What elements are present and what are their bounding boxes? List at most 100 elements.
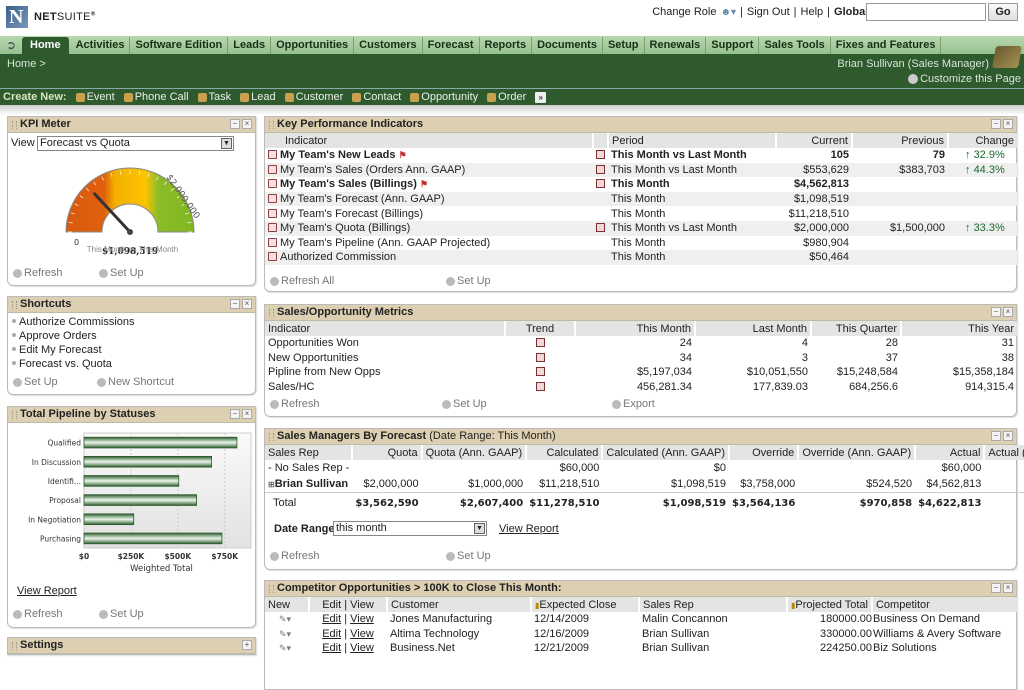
col-calculated-ann-gaap[interactable]: Calculated (Ann. GAAP) <box>601 445 730 460</box>
col-previous[interactable]: Previous <box>851 133 948 148</box>
kpi-indicator-cell[interactable]: My Team's Pipeline (Ann. GAAP Projected) <box>265 236 593 251</box>
nav-tab-renewals[interactable]: Renewals <box>645 37 707 54</box>
col-sales-rep[interactable]: Sales Rep <box>638 597 787 612</box>
role-icon[interactable]: ☻▾ <box>720 7 736 18</box>
create-order-link[interactable]: Order <box>487 91 526 103</box>
nav-tab-software-edition[interactable]: Software Edition <box>130 37 229 54</box>
kpi-indicator-cell[interactable]: My Team's Sales (Billings) ⚑ <box>265 177 593 192</box>
date-range-select[interactable]: this month ▼ <box>333 521 487 536</box>
setup-link[interactable]: Set Up <box>446 550 491 562</box>
col-this-quarter[interactable]: This Quarter <box>810 321 901 336</box>
col-calculated[interactable]: Calculated <box>525 445 603 460</box>
minimize-icon[interactable]: − <box>991 307 1001 317</box>
portlet-header[interactable]: Key Performance Indicators − × <box>265 117 1016 133</box>
minimize-icon[interactable]: − <box>991 431 1001 441</box>
breadcrumb[interactable]: Home > <box>7 58 46 70</box>
trend-chart-icon[interactable] <box>596 164 605 174</box>
create-task-link[interactable]: Task <box>197 91 231 103</box>
sales-rep-name[interactable]: - No Sales Rep - <box>265 460 352 476</box>
change-role-link[interactable]: Change Role <box>652 6 716 18</box>
edit-link[interactable]: Edit <box>322 613 341 625</box>
trend-chart-icon[interactable] <box>596 223 605 233</box>
view-report-link[interactable]: View Report <box>499 523 559 535</box>
nav-tab-documents[interactable]: Documents <box>532 37 603 54</box>
expand-icon[interactable]: ⊞ <box>268 480 275 489</box>
trend-chart-icon[interactable] <box>535 338 545 348</box>
bar-purchasing[interactable] <box>83 532 223 545</box>
col-quota[interactable]: Quota <box>351 445 422 460</box>
col-indicator[interactable]: Indicator <box>265 133 593 148</box>
col-sales-rep[interactable]: Sales Rep <box>265 445 353 460</box>
trend-chart-icon[interactable] <box>596 150 605 160</box>
col-actual[interactable]: Actual <box>914 445 985 460</box>
col-new[interactable]: New <box>265 597 309 612</box>
col-override-ann-gaap[interactable]: Override (Ann. GAAP) <box>797 445 916 460</box>
create-event-link[interactable]: Event <box>75 91 115 103</box>
setup-link[interactable]: Set Up <box>99 267 144 279</box>
portlet-header[interactable]: Sales Managers By Forecast (Date Range: … <box>265 429 1016 445</box>
report-icon[interactable] <box>268 164 277 174</box>
kpi-indicator-cell[interactable]: Authorized Commission <box>265 250 593 265</box>
col-customer[interactable]: Customer <box>386 597 531 612</box>
edit-link[interactable]: Edit <box>322 628 341 640</box>
shortcut-item[interactable]: Approve Orders <box>12 329 135 343</box>
edit-link[interactable]: Edit <box>322 642 341 654</box>
trend-chart-icon[interactable] <box>535 352 545 362</box>
shortcut-item[interactable]: Edit My Forecast <box>12 343 135 357</box>
kpi-indicator-cell[interactable]: My Team's Forecast (Ann. GAAP) <box>265 191 593 207</box>
report-icon[interactable] <box>268 237 277 247</box>
trend-chart-icon[interactable] <box>535 367 545 377</box>
view-select[interactable]: Forecast vs Quota ▼ <box>37 136 234 151</box>
create-phone-call-link[interactable]: Phone Call <box>123 91 189 103</box>
view-link[interactable]: View <box>350 642 374 654</box>
col-change[interactable]: Change <box>947 133 1017 148</box>
setup-link[interactable]: Set Up <box>446 275 491 287</box>
col-override[interactable]: Override <box>728 445 799 460</box>
new-record-icon[interactable]: ✎▾ <box>279 629 291 639</box>
col-trend[interactable]: Trend <box>504 321 575 336</box>
close-icon[interactable]: × <box>1003 307 1013 317</box>
report-icon[interactable] <box>268 150 277 160</box>
nav-tab-reports[interactable]: Reports <box>480 37 533 54</box>
more-create-button[interactable]: » <box>535 91 547 103</box>
col-edit-view[interactable]: Edit | View <box>308 597 387 612</box>
report-icon[interactable] <box>268 179 277 189</box>
minimize-icon[interactable]: − <box>991 119 1001 129</box>
create-lead-link[interactable]: Lead <box>240 91 276 103</box>
refresh-link[interactable]: Refresh <box>270 398 320 410</box>
kpi-indicator-cell[interactable]: My Team's Sales (Orders Ann. GAAP) <box>265 162 593 178</box>
report-icon[interactable] <box>268 208 277 218</box>
go-button[interactable]: Go <box>988 3 1018 21</box>
portlet-header[interactable]: Competitor Opportunities > 100K to Close… <box>265 581 1016 597</box>
close-icon[interactable]: × <box>1003 431 1013 441</box>
shortcut-item[interactable]: Forecast vs. Quota <box>12 357 135 371</box>
col-period[interactable]: Period <box>607 133 776 148</box>
view-link[interactable]: View <box>350 628 374 640</box>
bar-in-negotiation[interactable] <box>83 513 135 526</box>
new-record-icon[interactable]: ✎▾ <box>279 614 291 624</box>
kpi-indicator-cell[interactable]: My Team's Quota (Billings) <box>265 220 593 236</box>
minimize-icon[interactable]: − <box>230 409 240 419</box>
trend-chart-icon[interactable] <box>535 382 545 392</box>
close-icon[interactable]: × <box>1003 119 1013 129</box>
close-icon[interactable]: × <box>242 299 252 309</box>
nav-tab-customers[interactable]: Customers <box>354 37 423 54</box>
trend-chart-icon[interactable] <box>596 179 605 189</box>
col-current[interactable]: Current <box>775 133 852 148</box>
col-projected-total[interactable]: ▮Projected Total <box>786 597 872 612</box>
expand-icon[interactable]: + <box>242 640 252 650</box>
minimize-icon[interactable]: − <box>230 119 240 129</box>
create-customer-link[interactable]: Customer <box>284 91 343 103</box>
close-icon[interactable]: × <box>1003 583 1013 593</box>
col-quota-ann-gaap[interactable]: Quota (Ann. GAAP) <box>420 445 527 460</box>
nav-tab-forecast[interactable]: Forecast <box>423 37 480 54</box>
bar-identifi-[interactable] <box>83 475 180 487</box>
view-link[interactable]: View <box>350 613 374 625</box>
kpi-indicator-cell[interactable]: My Team's New Leads ⚑ <box>265 148 593 163</box>
nav-tab-home[interactable]: Home <box>22 37 69 54</box>
view-report-link[interactable]: View Report <box>17 585 77 597</box>
nav-tab-activities[interactable]: Activities <box>71 37 131 54</box>
col-competitor[interactable]: Competitor <box>870 597 1017 612</box>
refresh-link[interactable]: Refresh <box>13 608 63 620</box>
nav-tab-leads[interactable]: Leads <box>228 37 272 54</box>
